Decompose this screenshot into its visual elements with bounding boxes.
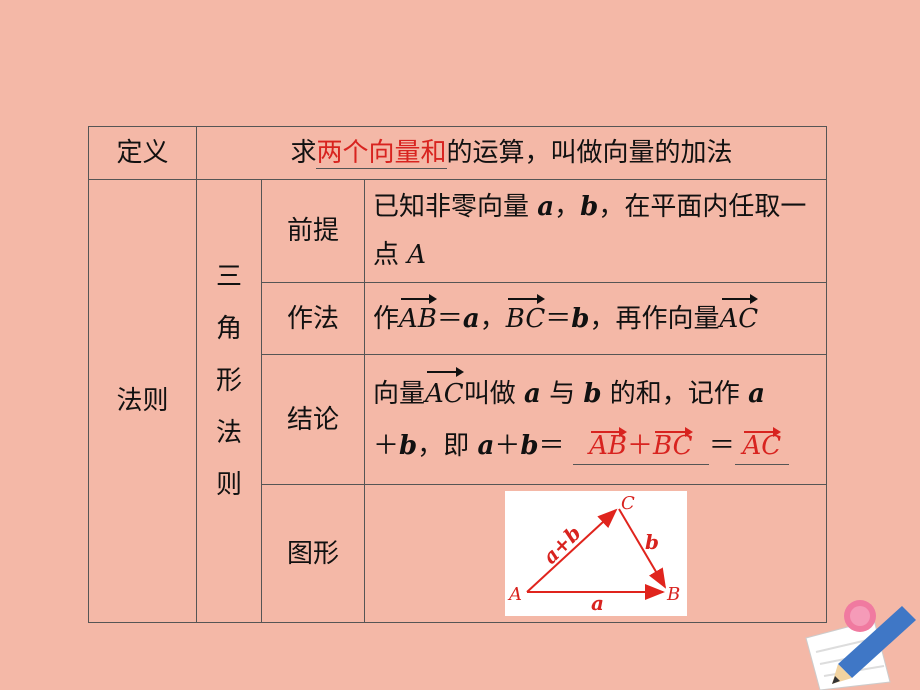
answer-blank-2: AC — [734, 426, 789, 465]
conclusion-text: 向量AC叫做 a 与 b 的和，记作 a ＋b，即 a＋b＝ AB＋BC ＝ AC — [364, 354, 827, 485]
triangle-rule-label: 三 角 形 法 则 — [196, 179, 262, 623]
triangle-rule-char: 则 — [215, 470, 242, 500]
vector-ab: AB — [399, 293, 437, 343]
side-a-label: a — [591, 591, 604, 615]
vertex-c-label: C — [621, 493, 635, 514]
definition-suffix: 的运算，叫做向量的加法 — [446, 138, 733, 168]
answer-blank-1: AB＋BC — [572, 426, 709, 465]
side-b-label: b — [645, 530, 659, 554]
vector-bc: BC — [506, 293, 546, 343]
vector-addition-table: 定义 求两个向量和的运算，叫做向量的加法 法则 三 角 形 法 则 前提 已知非… — [88, 126, 827, 623]
vertex-a-label: A — [507, 584, 522, 605]
triangle-rule-char: 形 — [215, 366, 242, 396]
premise-text: 已知非零向量 a，b，在平面内任取一点 A — [364, 179, 827, 283]
premise-label: 前提 — [261, 179, 365, 283]
vector-ac: AC — [720, 293, 758, 343]
definition-cell: 求两个向量和的运算，叫做向量的加法 — [196, 126, 827, 180]
construction-text: 作AB＝a，BC＝b，再作向量AC — [364, 282, 827, 355]
conclusion-label: 结论 — [261, 354, 365, 485]
triangle-rule-char: 角 — [215, 314, 242, 344]
figure-cell: A B C a b a+b — [364, 484, 827, 623]
construction-label: 作法 — [261, 282, 365, 355]
triangle-rule-char: 三 — [215, 262, 242, 292]
figure-label: 图形 — [261, 484, 365, 623]
vector-ac: AC — [425, 366, 464, 420]
triangle-rule-char: 法 — [215, 418, 242, 448]
definition-prefix: 求 — [290, 138, 317, 168]
definition-highlight: 两个向量和 — [316, 138, 447, 169]
pencil-paper-decoration — [805, 600, 916, 690]
definition-label: 定义 — [88, 126, 197, 180]
vertex-b-label: B — [666, 584, 680, 605]
rule-label: 法则 — [88, 179, 197, 623]
triangle-figure: A B C a b a+b — [504, 491, 687, 616]
